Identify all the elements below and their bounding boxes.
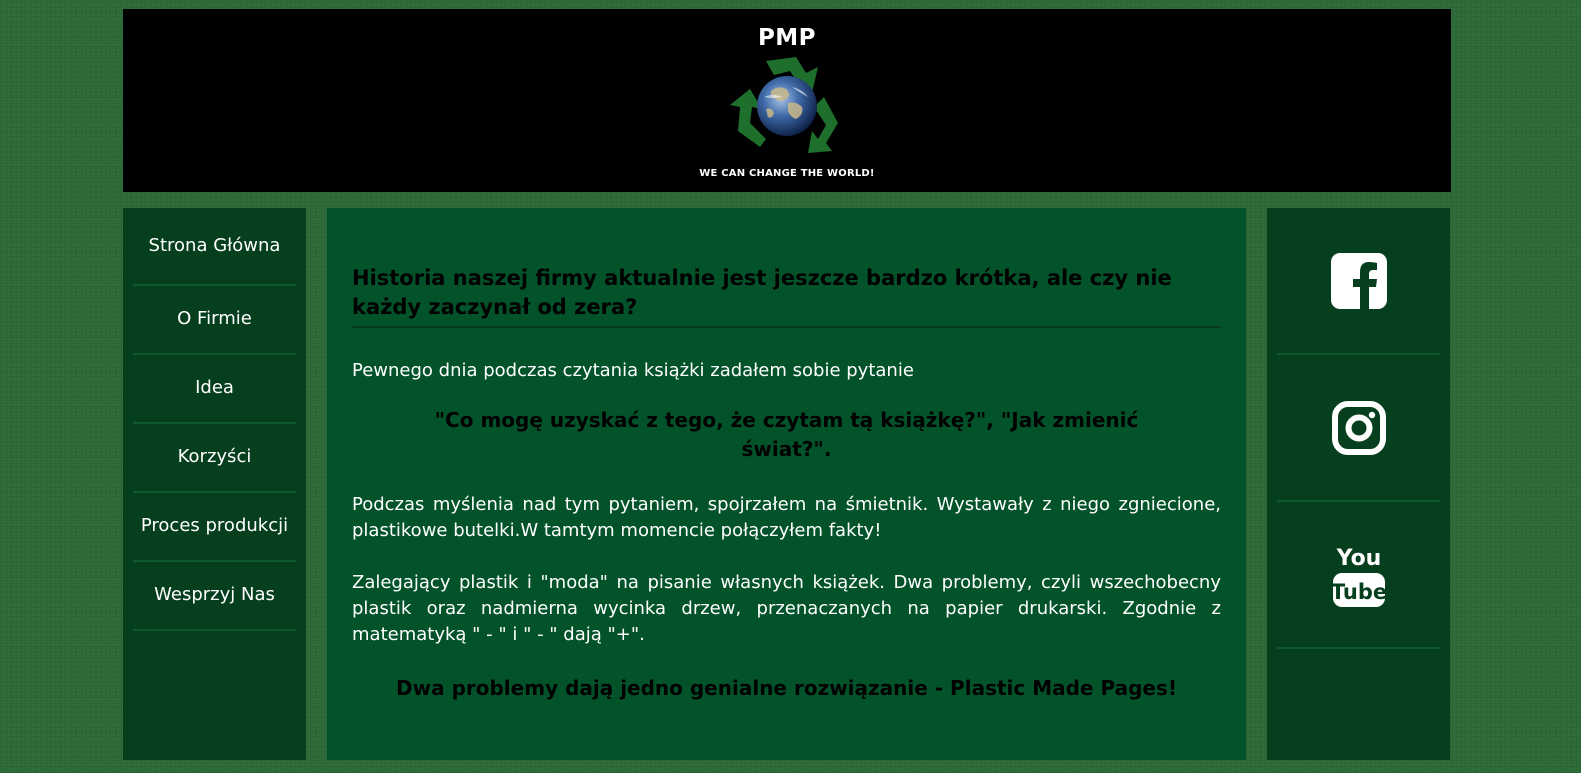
story-paragraph-2: Zalegający plastik i "moda" na pisanie w… [352,572,1221,645]
instagram-icon [1331,400,1386,455]
main-content: Historia naszej firmy aktualnie jest jes… [327,208,1246,760]
site-header: PMP WE CAN CHANGE THE WORLD! [123,9,1451,192]
nav-item-idea[interactable]: Idea [133,355,296,424]
youtube-link[interactable]: You Tube [1277,502,1440,649]
social-sidebar: You Tube [1267,208,1450,760]
svg-text:Tube: Tube [1331,580,1387,604]
nav-item-wesprzyj-nas[interactable]: Wesprzyj Nas [133,562,296,631]
instagram-link[interactable] [1277,355,1440,502]
conclusion-text: Dwa problemy dają jedno genialne rozwiąz… [396,676,1177,700]
logo-tagline: WE CAN CHANGE THE WORLD! [699,168,875,179]
story-paragraph-1: Podczas myślenia nad tym pytaniem, spojr… [352,494,1221,541]
intro-paragraph: Pewnego dnia podczas czytania książki za… [352,360,914,381]
facebook-link[interactable] [1277,208,1440,355]
svg-text:You: You [1335,546,1381,571]
nav-item-strona-glowna[interactable]: Strona Główna [133,208,296,286]
nav-item-korzysci[interactable]: Korzyści [133,424,296,493]
nav-item-proces-produkcji[interactable]: Proces produkcji [133,493,296,562]
nav-item-o-firmie[interactable]: O Firmie [133,286,296,355]
facebook-icon [1330,252,1387,309]
youtube-icon: You Tube [1331,546,1387,607]
quote-text: "Co mogę uzyskać z tego, że czytam tą ks… [434,408,1139,461]
recycle-globe-icon [730,57,838,153]
main-navigation: Strona Główna O Firmie Idea Korzyści Pro… [123,208,306,760]
page-heading: Historia naszej firmy aktualnie jest jes… [352,264,1221,328]
